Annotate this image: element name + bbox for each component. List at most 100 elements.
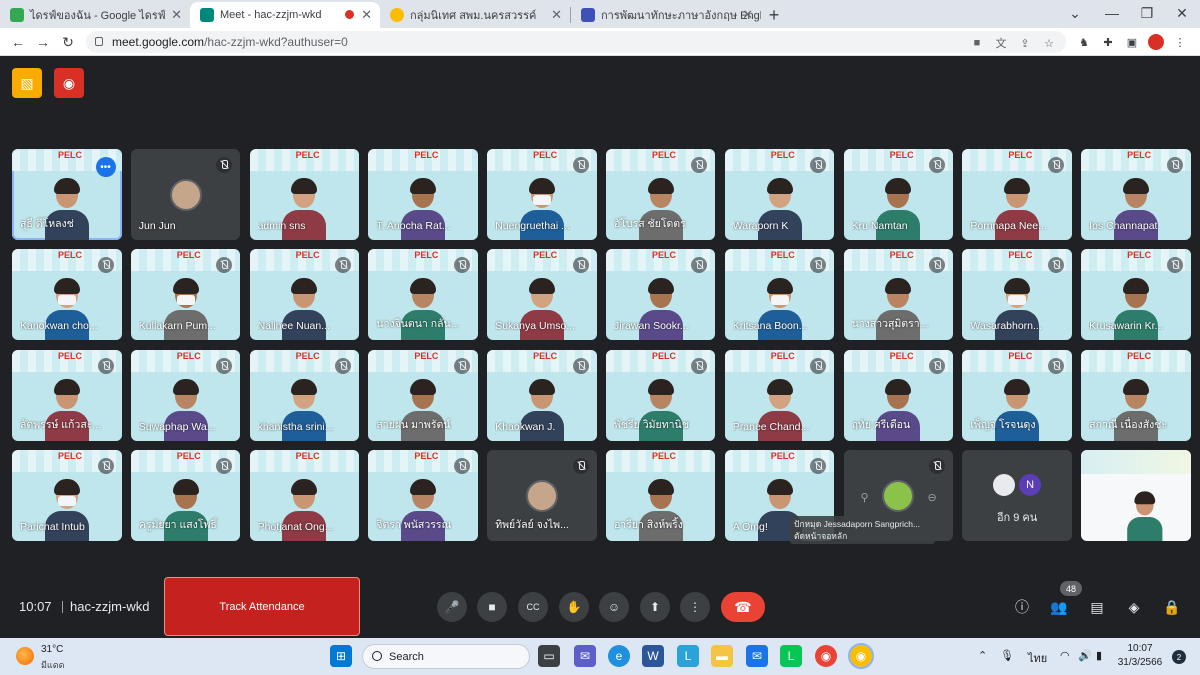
participant-tile[interactable]: PELC Parichat Intub [12, 450, 122, 542]
participant-tile[interactable]: PELC พัชรีย วิมัยทานิช [605, 349, 716, 441]
task-view-icon[interactable]: ▭ [538, 645, 560, 667]
remove-icon[interactable]: ⊖ [925, 490, 939, 504]
address-bar[interactable]: meet.google.com/hac-zzjm-wkd?authuser=0 … [86, 31, 1066, 53]
participant-tile[interactable]: PELC ••• สุธี ดีโหลงช่ [12, 149, 122, 240]
participant-tile[interactable] [1081, 450, 1191, 542]
close-window-icon[interactable]: ✕ [1164, 0, 1200, 26]
participant-tile[interactable]: PELC สกาณี เนื่องสังชะ [1081, 349, 1191, 441]
people-icon[interactable]: 👥 [1049, 597, 1069, 617]
chrome-active-icon[interactable]: ◉ [848, 643, 874, 669]
captions-off-icon[interactable]: ▧ [12, 68, 42, 98]
participant-tile[interactable]: PELC Kullakarn Pum... [130, 249, 241, 341]
reload-icon[interactable]: ↻ [58, 32, 78, 52]
participant-tile[interactable]: PELC อัโบรส ชัยโดตร [605, 149, 716, 240]
participant-tile[interactable]: PELC สายฝน มาพรัตน์ [368, 349, 478, 441]
participant-tile[interactable]: PELC Jirawan Sookr... [605, 249, 716, 341]
weather-sun-icon[interactable] [16, 647, 34, 665]
participant-tile[interactable]: PELC Suwaphap Wa... [130, 349, 241, 441]
word-icon[interactable]: W [642, 645, 664, 667]
participant-tile[interactable]: PELC Kru Namtan [843, 149, 954, 240]
taskbar-date[interactable]: 31/3/2566 [1114, 657, 1166, 668]
taskbar-time[interactable]: 10:07 [1118, 643, 1162, 654]
tab-google-drive[interactable]: ไดรฟ์ของฉัน - Google ไดรฟ์ ✕ [0, 2, 190, 28]
activities-icon[interactable]: ◈ [1124, 597, 1144, 617]
minimize-icon[interactable]: — [1094, 0, 1130, 26]
tray-mic-icon[interactable]: 🎙 [1000, 649, 1014, 662]
participant-tile[interactable]: PELC ครูมัยยา แสงโพธิ์ [130, 450, 241, 542]
participant-tile[interactable]: PELC khanistha srini... [249, 349, 360, 441]
participant-tile[interactable]: PELC T. Anocha Rat... [368, 149, 478, 240]
participant-tile[interactable]: PELC Photjanat Ong... [249, 450, 360, 542]
l-app-icon[interactable]: L [677, 645, 699, 667]
participant-tile[interactable]: PELC Waraporn K [724, 149, 835, 240]
participant-tile[interactable]: PELC Nuengruethai ... [487, 149, 597, 240]
teams-chat-icon[interactable]: ✉ [574, 645, 596, 667]
close-icon[interactable]: ✕ [551, 7, 562, 23]
mic-icon[interactable]: 🎤 [437, 592, 467, 622]
chrome-icon[interactable]: ◉ [815, 645, 837, 667]
participant-tile[interactable]: PELC Ios Channapat [1081, 149, 1191, 240]
close-icon[interactable]: ✕ [742, 7, 753, 23]
present-screen-icon[interactable]: ⬆ [640, 592, 670, 622]
tab-search-chevron-icon[interactable]: ⌄ [1057, 0, 1093, 26]
browser-menu-icon[interactable]: ⋮ [1172, 34, 1188, 50]
raise-hand-icon[interactable]: ✋ [559, 592, 589, 622]
puzzle-icon[interactable]: ✚ [1100, 34, 1116, 50]
participant-tile[interactable]: PELC Nalinee Nuan... [249, 249, 360, 341]
wifi-icon[interactable]: ◠ [1060, 649, 1070, 662]
participant-tile[interactable]: N อีก 9 คน [962, 450, 1072, 542]
file-explorer-icon[interactable]: ▬ [711, 645, 733, 667]
close-icon[interactable]: ✕ [171, 7, 182, 23]
line-app-icon[interactable]: L [780, 645, 802, 667]
participant-tile[interactable]: PELC ลัดพรรษ์ แก้วสะ... [12, 349, 122, 441]
profile-avatar[interactable] [1148, 34, 1164, 50]
participant-tile[interactable]: PELC Kanokwan cho... [12, 249, 122, 341]
more-options-icon[interactable]: ⋮ [680, 592, 710, 622]
translate-icon[interactable]: 文 [994, 36, 1008, 50]
pin-icon[interactable]: ⚲ [858, 490, 872, 504]
participant-tile[interactable]: PELC Pranee Chand... [724, 349, 835, 441]
close-icon[interactable]: ✕ [361, 7, 372, 23]
host-controls-icon[interactable]: 🔒 [1162, 597, 1182, 617]
back-icon[interactable]: ← [8, 32, 28, 52]
notification-count-badge[interactable]: 2 [1172, 650, 1186, 664]
edge-browser-icon[interactable]: e [608, 645, 630, 667]
participant-tile[interactable]: PELC Khaokwan J. [487, 349, 597, 441]
tab-supervision-group[interactable]: กลุ่มนิเทศ สพม.นครสวรรค์ ✕ [380, 2, 570, 28]
participant-tile[interactable]: Jun Jun [130, 149, 241, 240]
participant-tile[interactable]: PELC admin sns [249, 149, 360, 240]
participant-tile[interactable]: PELC จิตรา พนัสวรรณ [368, 450, 478, 542]
taskbar-search-box[interactable]: Search [362, 644, 530, 669]
camera-icon[interactable]: ■ [477, 592, 507, 622]
participant-tile[interactable]: PELC นางจินตนา กลั่น... [368, 249, 478, 341]
extension-icon[interactable]: ♞ [1076, 34, 1092, 50]
restore-icon[interactable]: ❐ [1129, 0, 1165, 26]
participant-tile[interactable]: ทิพย์วัลย์ จงไพ... [487, 450, 597, 542]
battery-icon[interactable]: ▮ [1096, 649, 1102, 662]
chat-icon[interactable]: ▤ [1087, 597, 1107, 617]
forward-icon[interactable]: → [33, 32, 53, 52]
participant-tile[interactable]: PELC Wasarabhorn... [962, 249, 1072, 341]
mail-icon[interactable]: ✉ [746, 645, 768, 667]
participant-tile[interactable]: PELC Sukanya Umso... [487, 249, 597, 341]
captions-icon[interactable]: CC [518, 592, 548, 622]
input-language[interactable]: ไทย [1028, 649, 1047, 667]
participant-tile[interactable]: PELC อารียา สิงห์พริ้ง [605, 450, 716, 542]
participant-tile[interactable]: PELC เพ็ญจ โรจนดุง [962, 349, 1072, 441]
participant-tile[interactable]: PELC Krusawarin Kr... [1081, 249, 1191, 341]
tab-google-meet[interactable]: Meet - hac-zzjm-wkd ✕ [190, 2, 380, 28]
volume-icon[interactable]: 🔊 [1078, 649, 1092, 662]
camera-blocked-icon[interactable]: ■ [970, 36, 984, 50]
emoji-reaction-icon[interactable]: ☺ [599, 592, 629, 622]
new-tab-button[interactable]: + [761, 2, 787, 28]
participant-tile[interactable]: PELC Pornnapa Nee... [962, 149, 1072, 240]
bookmark-star-icon[interactable]: ☆ [1042, 36, 1056, 50]
participant-tile[interactable]: PELC นางสาวสุมิตรา... [843, 249, 954, 341]
more-options-icon[interactable]: ••• [95, 157, 116, 177]
participant-tile[interactable]: PELC Kritsana Boon... [724, 249, 835, 341]
participant-tile[interactable]: PELC ฤทัย ศรีเดือน [843, 349, 954, 441]
meeting-info-icon[interactable]: ⓘ [1012, 597, 1032, 617]
recording-icon[interactable]: ◉ [54, 68, 84, 98]
windows-start-icon[interactable]: ⊞ [330, 645, 352, 667]
hang-up-button[interactable]: ☎ [721, 592, 765, 622]
